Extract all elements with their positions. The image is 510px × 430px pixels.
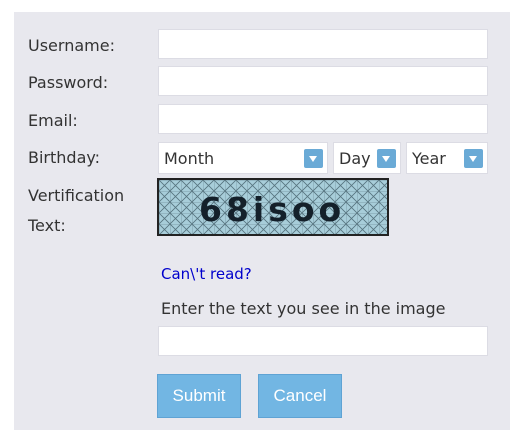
day-select-value: Day [339,148,371,168]
captcha-image: 68isoo [157,178,389,236]
year-select[interactable]: Year [406,142,488,174]
cant-read-link[interactable]: Can\'t read? [161,262,252,286]
year-select-value: Year [412,148,446,168]
password-field[interactable] [158,66,488,96]
verification-input[interactable] [158,326,488,356]
day-select[interactable]: Day [333,142,401,174]
chevron-down-icon[interactable] [464,148,483,168]
email-field[interactable] [158,104,488,134]
username-field[interactable] [158,29,488,59]
cancel-button[interactable]: Cancel [258,374,342,418]
verification-label-line2: Text: [28,216,66,235]
submit-button[interactable]: Submit [157,374,241,418]
chevron-down-icon[interactable] [377,148,396,168]
username-label: Username: [28,36,115,55]
month-select-value: Month [164,148,215,168]
verification-label-line1: Vertification [28,186,125,205]
month-select[interactable]: Month [158,142,328,174]
captcha-instruction: Enter the text you see in the image [161,299,446,318]
password-label: Password: [28,73,109,92]
chevron-down-icon[interactable] [304,148,323,168]
birthday-label: Birthday: [28,148,101,167]
email-label: Email: [28,111,78,130]
captcha-text: 68isoo [199,190,345,229]
